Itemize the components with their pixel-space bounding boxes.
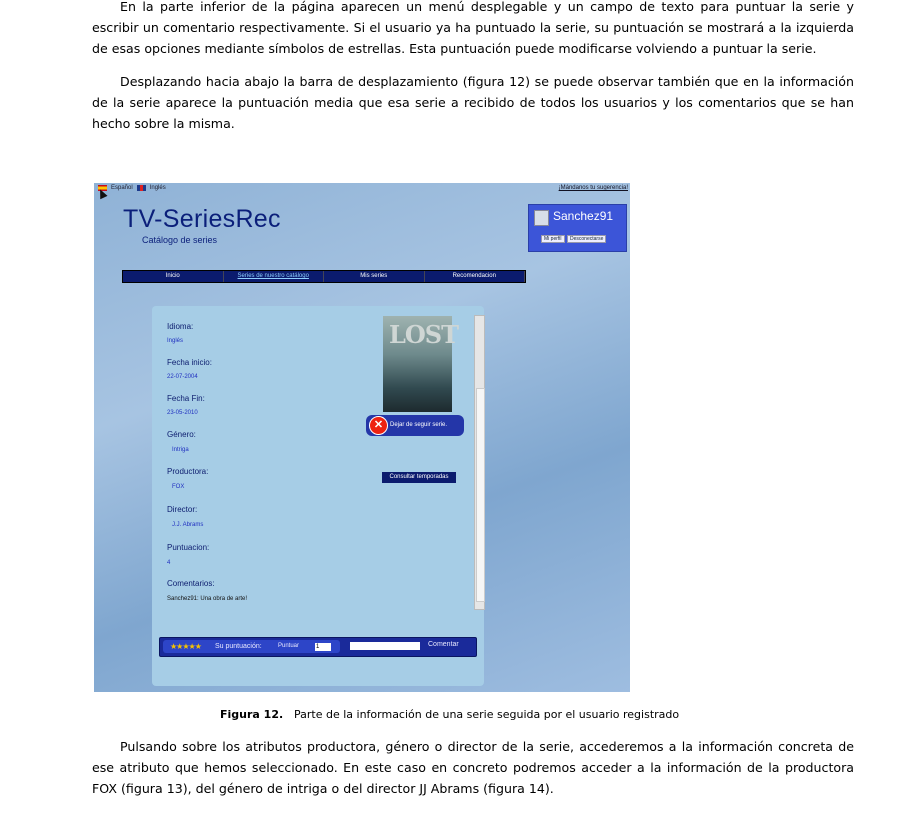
field-label: Comentarios: — [167, 579, 215, 588]
field-producer: Productora: FOX — [167, 467, 208, 490]
figure-screenshot: Español Inglés ¡Mándanos tu sugerencia! … — [94, 183, 630, 692]
unfollow-button[interactable]: ✕ Dejar de seguir serie. — [366, 415, 464, 436]
field-language: Idioma: Inglés — [167, 322, 193, 344]
field-label: Productora: — [167, 467, 209, 476]
scrollbar[interactable] — [474, 315, 485, 610]
rate-button[interactable]: Puntuar — [278, 643, 299, 649]
caption-number: Figura 12. — [220, 708, 284, 721]
scrollbar-thumb[interactable] — [476, 388, 485, 602]
caption-text: Parte de la información de una serie seg… — [294, 708, 680, 721]
suggestion-link[interactable]: ¡Mándanos tu sugerencia! — [559, 185, 628, 191]
field-value: 22-07-2004 — [167, 374, 198, 380]
field-label: Fecha inicio: — [167, 358, 212, 367]
field-rating: Puntuacion: 4 — [167, 543, 209, 566]
field-label: Puntuacion: — [167, 543, 210, 552]
paragraph-3: Pulsando sobre los atributos productora,… — [92, 739, 854, 796]
comment-text: Sanchez91: Una obra de arte! — [167, 596, 248, 602]
comment-button[interactable]: Comentar — [428, 641, 459, 648]
series-info-panel: Idioma: Inglés Fecha inicio: 22-07-2004 … — [152, 306, 485, 686]
rating-stars: ★★★★★ — [170, 642, 202, 651]
avatar — [534, 210, 549, 226]
site-title: TV-SeriesRec — [123, 205, 281, 233]
paragraph-2: Desplazando hacia abajo la barra de desp… — [92, 74, 854, 131]
rating-bar: ★★★★★ Su puntuación: Puntuar 1 Comentar — [159, 637, 477, 657]
field-value: 23-05-2010 — [167, 410, 198, 416]
username: Sanchez91 — [553, 209, 614, 223]
nav-catalog[interactable]: Series de nuestro catálogo — [224, 271, 324, 282]
seasons-button[interactable]: Consultar temporadas — [382, 472, 456, 483]
site-subtitle: Catálogo de series — [142, 235, 218, 245]
director-link[interactable]: J.J. Abrams — [167, 522, 203, 528]
field-value: 4 — [167, 560, 171, 566]
poster-title: LOST — [389, 320, 459, 349]
user-box: Sanchez91 Mi perfil Desconectarse — [528, 204, 627, 252]
field-genre: Género: Intriga — [167, 430, 196, 453]
field-start-date: Fecha inicio: 22-07-2004 — [167, 358, 212, 380]
rating-group: ★★★★★ Su puntuación: Puntuar 1 — [163, 640, 340, 653]
paragraph-1: En la parte inferior de la página aparec… — [92, 0, 854, 56]
field-director: Director: J.J. Abrams — [167, 505, 203, 528]
nav-recommendation[interactable]: Recomendacion — [425, 271, 525, 282]
nav-home[interactable]: Inicio — [123, 271, 224, 282]
series-poster: LOST — [383, 316, 459, 412]
logout-button[interactable]: Desconectarse — [567, 235, 607, 243]
profile-button[interactable]: Mi perfil — [541, 235, 565, 243]
field-comments: Comentarios: Sanchez91: Una obra de arte… — [167, 579, 247, 602]
field-value: Inglés — [167, 338, 184, 344]
field-end-date: Fecha Fin: 23-05-2010 — [167, 394, 205, 416]
rating-select[interactable]: 1 — [315, 643, 331, 651]
field-label: Idioma: — [167, 322, 194, 331]
field-label: Fecha Fin: — [167, 394, 205, 403]
main-nav: Inicio Series de nuestro catálogo Mis se… — [122, 270, 526, 283]
your-rating-label: Su puntuación: — [215, 643, 262, 650]
comment-input[interactable] — [350, 642, 420, 650]
language-selector[interactable]: Español Inglés — [98, 185, 166, 191]
lang-es-label[interactable]: Español — [111, 185, 133, 191]
uk-flag-icon[interactable] — [136, 185, 146, 191]
field-label: Director: — [167, 505, 198, 514]
producer-link[interactable]: FOX — [167, 484, 208, 490]
unfollow-label: Dejar de seguir serie. — [390, 422, 448, 428]
genre-link[interactable]: Intriga — [167, 447, 196, 453]
field-label: Género: — [167, 430, 196, 439]
close-icon: ✕ — [369, 416, 388, 435]
nav-my-series[interactable]: Mis series — [324, 271, 425, 282]
lang-en-label[interactable]: Inglés — [150, 185, 166, 191]
